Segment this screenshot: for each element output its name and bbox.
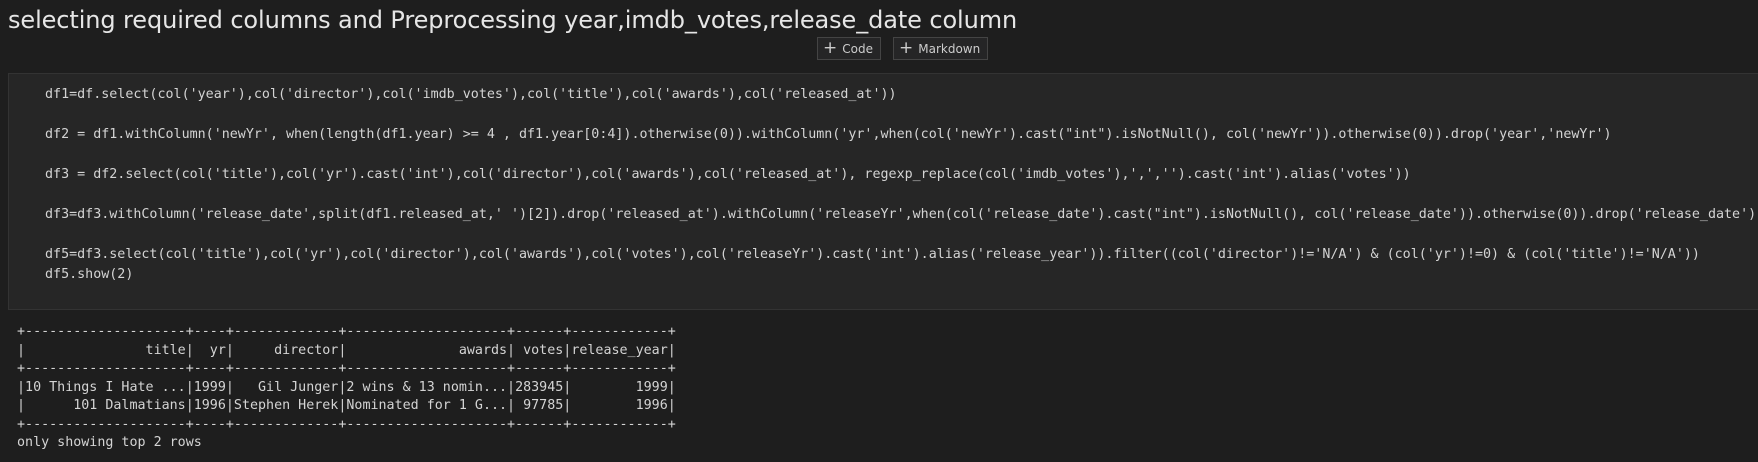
output-table-row: |10 Things I Hate ...|1999| Gil Junger|2… bbox=[17, 379, 676, 395]
code-line: df1=df.select(col('year'),col('director'… bbox=[45, 87, 897, 102]
output-table-border: +--------------------+----+-------------… bbox=[17, 361, 676, 376]
code-line: df2 = df1.withColumn('newYr', when(lengt… bbox=[45, 127, 1612, 142]
plus-icon: + bbox=[823, 38, 838, 58]
add-cell-toolbar: + Code + Markdown bbox=[817, 37, 989, 60]
add-markdown-label: Markdown bbox=[918, 41, 981, 56]
code-cell-editor[interactable]: df1=df.select(col('year'),col('director'… bbox=[8, 73, 1758, 310]
add-markdown-cell-button[interactable]: + Markdown bbox=[892, 37, 989, 60]
markdown-heading: selecting required columns and Preproces… bbox=[8, 6, 1018, 34]
code-editor-text[interactable]: df1=df.select(col('year'),col('director'… bbox=[9, 74, 1758, 285]
output-table-border: +--------------------+----+-------------… bbox=[17, 324, 676, 339]
add-code-cell-button[interactable]: + Code bbox=[817, 37, 881, 60]
add-code-label: Code bbox=[842, 41, 873, 56]
output-footer-text: only showing top 2 rows bbox=[17, 435, 202, 450]
output-table-header: | title| yr| director| awards| votes|rel… bbox=[17, 342, 676, 358]
plus-icon: + bbox=[898, 38, 914, 58]
output-table-row: | 101 Dalmatians|1996|Stephen Herek|Nomi… bbox=[17, 398, 676, 413]
code-line: df5.show(2) bbox=[45, 267, 134, 282]
cell-output: +--------------------+----+-------------… bbox=[17, 323, 676, 453]
code-line: df5=df3.select(col('title'),col('yr'),co… bbox=[45, 247, 1700, 262]
output-table-border: +--------------------+----+-------------… bbox=[17, 416, 676, 432]
code-line: df3 = df2.select(col('title'),col('yr').… bbox=[45, 167, 1411, 182]
code-line: df3=df3.withColumn('release_date',split(… bbox=[45, 207, 1757, 222]
notebook-page: selecting required columns and Preproces… bbox=[0, 0, 1758, 462]
